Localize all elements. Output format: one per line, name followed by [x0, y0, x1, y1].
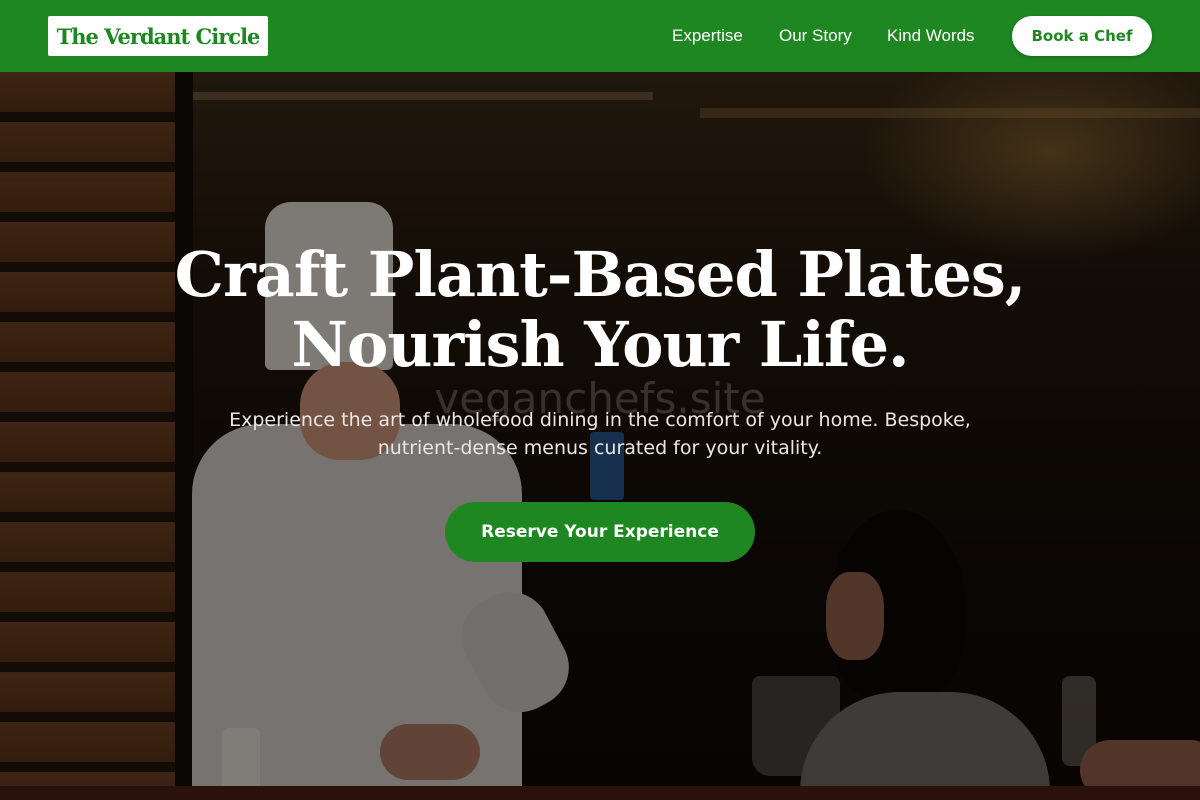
hero-headline: Craft Plant-Based Plates, Nourish Your L…	[0, 240, 1200, 380]
hero-section: veganchefs.site Craft Plant-Based Plates…	[0, 72, 1200, 800]
logo[interactable]: The Verdant Circle	[48, 16, 268, 56]
hero-subtext: Experience the art of wholefood dining i…	[229, 409, 971, 459]
hero-headline-line2: Nourish Your Life.	[291, 308, 909, 381]
hero-headline-line1: Craft Plant-Based Plates,	[174, 238, 1027, 311]
nav-link-kind-words[interactable]: Kind Words	[887, 24, 975, 48]
reserve-experience-button[interactable]: Reserve Your Experience	[445, 502, 755, 562]
site-header: The Verdant Circle Expertise Our Story K…	[0, 0, 1200, 72]
book-a-chef-button[interactable]: Book a Chef	[1012, 16, 1152, 56]
nav-link-our-story[interactable]: Our Story	[779, 24, 852, 48]
nav-link-expertise[interactable]: Expertise	[672, 24, 743, 48]
